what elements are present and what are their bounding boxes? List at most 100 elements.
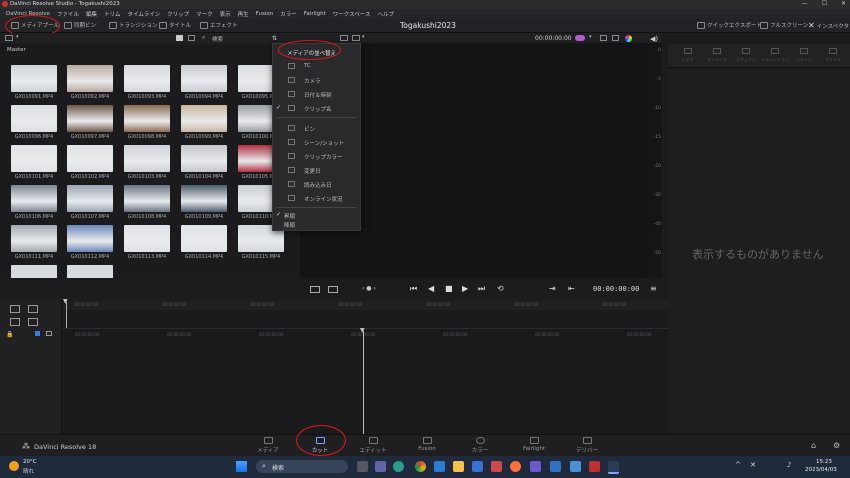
sort-icon[interactable]: ⇅ <box>272 35 277 42</box>
fullscreen-button[interactable]: フルスクリーン <box>760 21 808 29</box>
mark-out-icon[interactable]: ⇤ <box>568 284 575 293</box>
audio-icon[interactable] <box>575 35 585 41</box>
menu-playback[interactable]: 再生 <box>238 10 249 18</box>
clip-thumbnail[interactable] <box>67 65 113 92</box>
page-deliver[interactable]: デリバー <box>567 437 607 454</box>
playhead-handle-icon[interactable]: ▼ <box>360 327 365 334</box>
sort-order-1[interactable]: 降順 <box>273 219 362 230</box>
page-fairlight[interactable]: Fairlight <box>514 437 554 452</box>
sort-option-9[interactable]: オンライン状況 <box>273 193 362 204</box>
chrome-icon[interactable] <box>415 461 426 472</box>
clip-thumbnail[interactable] <box>67 105 113 132</box>
quick-export-button[interactable]: クイックエクスポート <box>697 21 762 29</box>
inspector-tab[interactable]: オーディオ <box>703 48 731 63</box>
jog-control[interactable]: ‹ ● › <box>362 285 376 292</box>
firefox-icon[interactable] <box>510 461 521 472</box>
weather-temp[interactable]: 20°C <box>23 459 37 465</box>
menu-trim[interactable]: トリム <box>104 10 121 18</box>
clip-thumbnail[interactable] <box>67 145 113 172</box>
source-tape-icon[interactable] <box>328 286 338 293</box>
menu-help[interactable]: ヘルプ <box>377 10 394 18</box>
inspector-tab[interactable]: トランジション <box>761 48 789 63</box>
sort-option-8[interactable]: 読み込み日 <box>273 179 362 190</box>
app-icon-2[interactable] <box>530 461 541 472</box>
search-icon[interactable]: ⌕ <box>202 34 205 42</box>
clip-thumbnail[interactable] <box>124 185 170 212</box>
chevron-down-icon[interactable]: ▾ <box>16 34 19 40</box>
photos-icon[interactable] <box>434 461 445 472</box>
clip-thumbnail[interactable] <box>124 65 170 92</box>
app-icon-4[interactable] <box>570 461 581 472</box>
timeline-tool-icon[interactable] <box>10 305 20 313</box>
edge-icon[interactable] <box>393 461 404 472</box>
clip-thumbnail[interactable] <box>67 225 113 252</box>
clip-thumbnail[interactable] <box>11 225 57 252</box>
sort-option-6[interactable]: クリップカラー <box>273 151 362 162</box>
transition-button[interactable]: トランジション <box>109 21 158 29</box>
menu-color[interactable]: カラー <box>280 10 297 18</box>
menu-clip[interactable]: クリップ <box>167 10 189 18</box>
title-button[interactable]: タイトル <box>159 21 191 29</box>
clip-thumbnail[interactable] <box>67 265 113 278</box>
lower-playhead[interactable] <box>363 331 364 434</box>
clip-thumbnail[interactable] <box>11 65 57 92</box>
settings-icon[interactable]: ⚙ <box>833 441 840 450</box>
viewer-options-chevron-icon[interactable]: ▾ <box>362 34 365 40</box>
track-lock-icon[interactable]: 🔒 <box>6 331 13 338</box>
page-fusion[interactable]: Fusion <box>407 437 447 452</box>
menu-edit[interactable]: 編集 <box>86 10 97 18</box>
master-bin-label[interactable]: Master <box>7 47 26 53</box>
sort-option-2[interactable]: 日付＆時刻 <box>273 89 362 100</box>
clip-thumbnail[interactable] <box>181 185 227 212</box>
clip-thumbnail[interactable] <box>67 185 113 212</box>
timeline-tool2-icon[interactable] <box>28 305 38 313</box>
close-button[interactable]: ✕ <box>841 0 846 7</box>
sort-option-7[interactable]: 変更日 <box>273 165 362 176</box>
menu-file[interactable]: ファイル <box>57 10 79 18</box>
menu-view[interactable]: 表示 <box>220 10 231 18</box>
start-button-icon[interactable] <box>236 461 247 472</box>
app-icon-3[interactable] <box>550 461 561 472</box>
clip-thumbnail[interactable] <box>11 185 57 212</box>
go-to-end-icon[interactable]: ⏭ <box>478 284 485 294</box>
tray-volume-icon[interactable]: ♪ <box>787 461 791 469</box>
page-media[interactable]: メディア <box>248 437 288 454</box>
sort-option-3[interactable]: ✓ クリップ名 <box>273 103 362 114</box>
home-icon[interactable]: ⌂ <box>811 441 816 450</box>
weather-icon[interactable] <box>9 461 19 471</box>
track-audio-icon[interactable] <box>46 331 52 336</box>
step-back-icon[interactable]: ◀ <box>428 284 434 293</box>
sort-option-5[interactable]: シーン/ショット <box>273 137 362 148</box>
mark-in-icon[interactable]: ⇥ <box>549 284 556 293</box>
clip-thumbnail[interactable] <box>11 145 57 172</box>
clock-time[interactable]: 15:23 <box>816 459 832 465</box>
speaker-icon[interactable]: ◀) <box>650 35 658 43</box>
upper-playhead-handle-icon[interactable]: ▼ <box>63 298 68 305</box>
effect-button[interactable]: エフェクト <box>200 21 238 29</box>
stop-icon[interactable]: ■ <box>445 284 453 293</box>
davinci-taskbar-icon[interactable] <box>608 461 619 474</box>
clip-thumbnail[interactable] <box>124 145 170 172</box>
list-view-icon[interactable] <box>5 35 13 41</box>
list-mode-icon[interactable] <box>188 35 195 41</box>
menu-workspace[interactable]: ワークスペース <box>333 10 371 18</box>
menu-fusion[interactable]: Fusion <box>256 11 274 17</box>
timeline-tool3-icon[interactable] <box>10 318 20 326</box>
sync-bin-button[interactable]: 同期ビン <box>64 21 96 29</box>
lower-timeline[interactable]: 00:00:00:00 00:00:00:00 00:00:00:00 00:00:0… <box>0 328 668 434</box>
clip-thumbnail[interactable] <box>181 65 227 92</box>
store-icon[interactable] <box>472 461 483 472</box>
inspector-button[interactable]: ✕ インスペクタ <box>808 21 849 30</box>
clip-thumbnail[interactable] <box>181 145 227 172</box>
inspector-tab[interactable]: ビデオ <box>674 48 702 63</box>
clock-date[interactable]: 2023/04/03 <box>805 467 837 473</box>
upper-timeline-ruler[interactable]: 00:00:00:00 00:00:00:00 00:00:00:00 00:00:0… <box>64 300 668 310</box>
track-video-icon[interactable] <box>35 331 40 336</box>
viewer-menu-icon[interactable]: ≡ <box>650 284 657 293</box>
maximize-button[interactable]: ☐ <box>822 0 827 7</box>
safe-area-icon[interactable] <box>352 35 360 41</box>
color-wheel-icon[interactable] <box>625 35 632 42</box>
tray-close-icon[interactable]: ✕ <box>750 461 756 469</box>
go-to-start-icon[interactable]: ⏮ <box>410 284 417 294</box>
snap-icon[interactable] <box>600 35 607 41</box>
